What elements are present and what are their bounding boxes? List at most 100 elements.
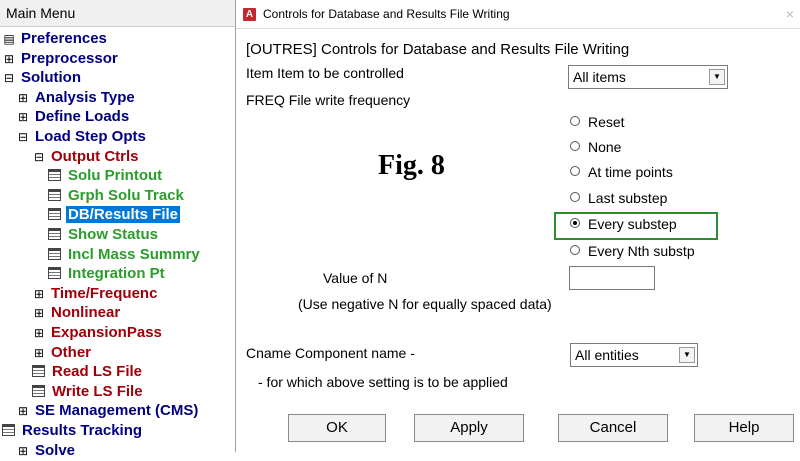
expand-icon[interactable]: ⊞ — [16, 441, 30, 461]
menu-item[interactable]: ⊞ Solve — [16, 441, 77, 461]
menu-item-label: Grph Solu Track — [68, 186, 184, 204]
main-menu-title: Main Menu — [0, 0, 235, 27]
expand-icon[interactable]: ⊞ — [32, 343, 46, 363]
menu-item-label: Show Status — [68, 226, 159, 243]
cname-select-value: All entities — [575, 347, 639, 363]
expand-icon[interactable]: ⊞ — [16, 88, 30, 108]
menu-item-label: Time/Frequenc — [51, 284, 158, 302]
outres-dialog: A Controls for Database and Results File… — [236, 0, 800, 452]
menu-item[interactable]: ⊞ ExpansionPass — [32, 323, 164, 343]
document-icon[interactable] — [48, 267, 61, 280]
value-n-input[interactable] — [569, 266, 655, 290]
freq-radio-option[interactable]: Every Nth substp — [570, 241, 695, 261]
menu-item[interactable]: ⊞ Define Loads — [16, 107, 131, 127]
cname-select[interactable]: All entities ▼ — [570, 343, 698, 367]
menu-item[interactable]: Results Tracking — [2, 421, 144, 441]
radio-button-icon[interactable] — [570, 166, 580, 176]
menu-item[interactable]: Grph Solu Track — [48, 186, 186, 206]
menu-item[interactable]: ⊞ SE Management (CMS) — [16, 401, 200, 421]
menu-item[interactable]: Solu Printout — [48, 166, 164, 186]
menu-item[interactable]: ⊟ Output Ctrls — [32, 147, 141, 167]
collapse-icon[interactable]: ⊟ — [2, 68, 16, 88]
expand-icon[interactable]: ⊞ — [16, 107, 30, 127]
collapse-icon[interactable]: ⊟ — [32, 147, 46, 167]
highlight-box — [554, 212, 718, 240]
collapse-icon[interactable]: ⊟ — [16, 127, 30, 147]
menu-item[interactable]: Read LS File — [32, 362, 144, 382]
freq-radio-option[interactable]: Last substep — [570, 188, 667, 208]
menu-item[interactable]: Show Status — [48, 225, 160, 245]
cname-note: - for which above setting is to be appli… — [258, 374, 508, 390]
menu-item-label: SE Management (CMS) — [35, 402, 199, 420]
document-icon[interactable] — [48, 228, 61, 240]
document-icon[interactable] — [48, 208, 61, 221]
menu-item-label: Solve — [35, 441, 76, 459]
document-icon[interactable] — [48, 247, 61, 260]
expand-icon[interactable]: ⊞ — [16, 401, 30, 421]
radio-button-icon[interactable] — [570, 141, 580, 151]
menu-item[interactable]: ⊟ Solution — [2, 68, 83, 88]
menu-item[interactable]: DB/Results File — [48, 205, 181, 225]
negative-n-note: (Use negative N for equally spaced data) — [298, 296, 552, 312]
radio-button-icon[interactable] — [570, 245, 580, 255]
freq-radio-label: Reset — [588, 114, 625, 130]
menu-item[interactable]: ⊟ Load Step Opts — [16, 127, 148, 147]
menu-item-label: Output Ctrls — [51, 147, 139, 165]
item-select-value: All items — [573, 69, 626, 85]
menu-item-label: Incl Mass Summry — [68, 245, 200, 263]
menu-item[interactable]: Incl Mass Summry — [48, 245, 202, 265]
freq-radio-label: At time points — [588, 164, 673, 180]
menu-item-label: Read LS File — [52, 363, 143, 381]
dialog-heading: [OUTRES] Controls for Database and Resul… — [246, 41, 630, 58]
chevron-down-icon[interactable]: ▼ — [679, 347, 695, 363]
apply-button[interactable]: Apply — [414, 414, 524, 442]
freq-radio-label: Every Nth substp — [588, 243, 695, 259]
expand-icon[interactable]: ⊞ — [2, 49, 16, 69]
cname-label: Cname Component name - — [246, 345, 415, 361]
menu-item-label: Integration Pt — [68, 265, 165, 283]
freq-radio-option[interactable]: None — [570, 137, 621, 157]
cancel-button[interactable]: Cancel — [558, 414, 668, 442]
expand-icon[interactable]: ⊞ — [32, 323, 46, 343]
menu-square-icon[interactable]: ▤ — [2, 29, 16, 49]
document-icon[interactable] — [32, 384, 45, 397]
ok-button[interactable]: OK — [288, 414, 386, 442]
chevron-down-icon[interactable]: ▼ — [709, 69, 725, 85]
expand-icon[interactable]: ⊞ — [32, 284, 46, 304]
item-label: Item Item to be controlled — [246, 65, 404, 81]
menu-item[interactable]: ⊞ Preprocessor — [2, 49, 120, 69]
close-icon[interactable]: × — [786, 6, 794, 22]
document-icon[interactable] — [48, 188, 61, 201]
value-n-label: Value of N — [323, 270, 388, 286]
help-button[interactable]: Help — [694, 414, 794, 442]
radio-button-icon[interactable] — [570, 116, 580, 126]
menu-item[interactable]: ⊞ Nonlinear — [32, 303, 122, 323]
menu-item-label: Preferences — [21, 30, 107, 47]
radio-button-icon[interactable] — [570, 192, 580, 202]
freq-label: FREQ File write frequency — [246, 92, 411, 108]
ansys-app-icon: A — [243, 8, 256, 21]
menu-item-label: Write LS File — [52, 382, 143, 400]
freq-radio-option[interactable]: Reset — [570, 112, 625, 132]
menu-item[interactable]: ⊞ Analysis Type — [16, 88, 137, 108]
menu-item-label: Nonlinear — [51, 304, 121, 322]
item-select[interactable]: All items ▼ — [568, 65, 728, 89]
menu-item-label: DB/Results File — [66, 206, 181, 224]
menu-item-label: Solution — [21, 69, 81, 87]
expand-icon[interactable]: ⊞ — [32, 303, 46, 323]
menu-item-label: Results Tracking — [22, 422, 143, 439]
menu-item[interactable]: ⊞ Time/Frequenc — [32, 284, 159, 304]
main-menu-panel: Main Menu ▤ Preferences ⊞ Preprocessor ⊟ Solu… — [0, 0, 236, 459]
document-icon[interactable] — [32, 365, 45, 378]
menu-item-label: Preprocessor — [21, 49, 118, 67]
menu-item[interactable]: ▤ Preferences — [2, 29, 109, 49]
menu-item-label: Solu Printout — [68, 167, 163, 185]
freq-radio-option[interactable]: At time points — [570, 162, 673, 182]
dialog-title: Controls for Database and Results File W… — [263, 7, 510, 21]
figure-label: Fig. 8 — [378, 150, 445, 181]
menu-item[interactable]: Write LS File — [32, 382, 145, 402]
document-icon[interactable] — [48, 169, 61, 182]
menu-item[interactable]: Integration Pt — [48, 264, 167, 284]
menu-item[interactable]: ⊞ Other — [32, 343, 93, 363]
document-icon[interactable] — [2, 424, 15, 436]
